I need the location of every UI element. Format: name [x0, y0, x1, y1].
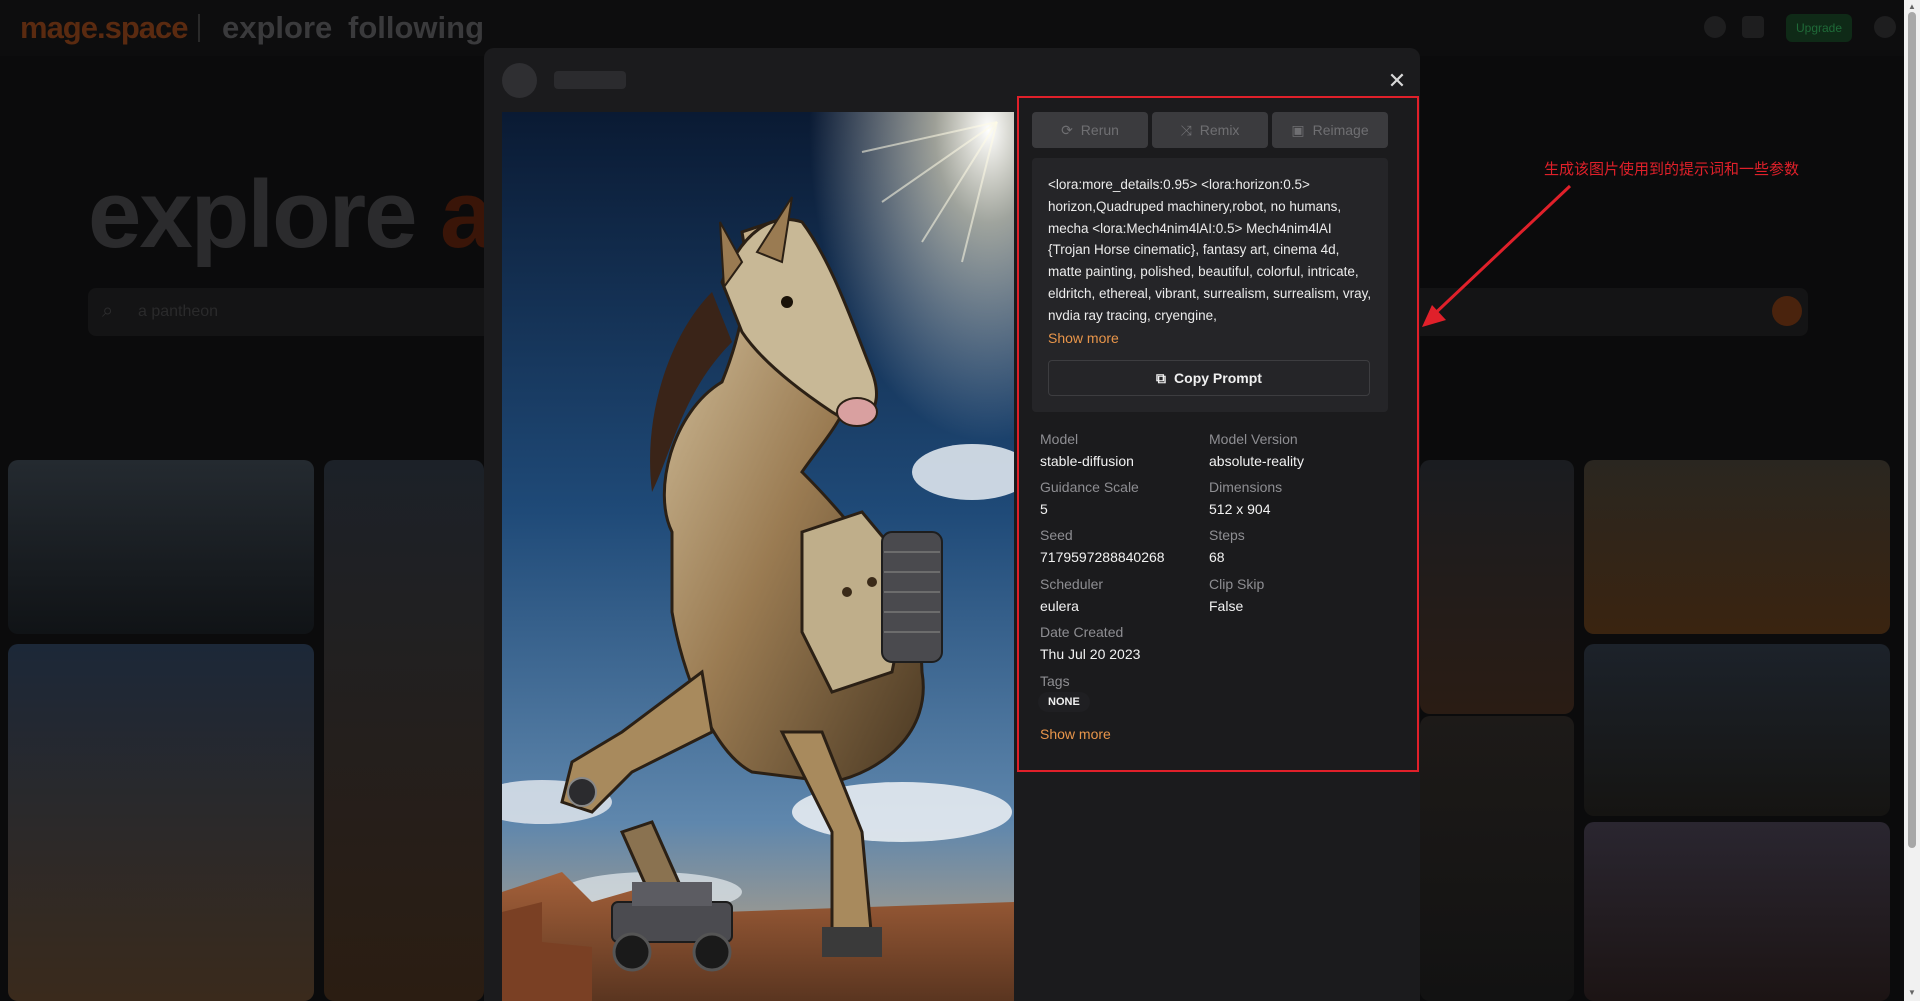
scroll-thumb[interactable]	[1908, 12, 1916, 848]
scroll-up-arrow-icon[interactable]: ▲	[1908, 2, 1916, 11]
scroll-down-arrow-icon[interactable]: ▼	[1908, 988, 1916, 997]
annotation-arrow	[1422, 184, 1572, 327]
page-scrollbar[interactable]: ▲ ▼	[1904, 0, 1920, 1001]
